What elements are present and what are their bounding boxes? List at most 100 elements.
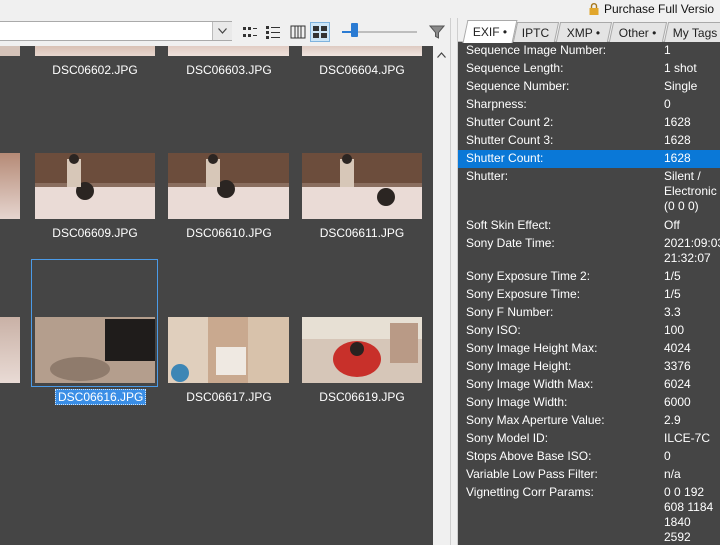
thumbnail-view-button[interactable] (310, 22, 330, 42)
property-name: Sony ISO: (466, 323, 521, 337)
thumbnail-image[interactable] (35, 153, 155, 219)
list-view-button[interactable] (263, 22, 283, 42)
combobox-dropdown-button[interactable] (212, 22, 232, 40)
thumbnail-image[interactable] (168, 153, 289, 219)
photo-room-curtain (168, 317, 289, 383)
thumbnail-image[interactable] (35, 317, 155, 383)
tab-label: EXIF • (472, 25, 508, 39)
zoom-slider-thumb[interactable] (351, 23, 358, 37)
property-row[interactable]: Sony Model ID: ILCE-7C (458, 430, 720, 448)
thumbnail-image[interactable] (168, 46, 289, 56)
thumbnail-label[interactable]: DSC06619.JPG (301, 390, 423, 404)
thumbnail-image[interactable] (302, 153, 422, 219)
thumbnail-image[interactable] (302, 317, 422, 383)
thumbnail-image[interactable] (35, 46, 155, 56)
path-combobox[interactable] (0, 21, 232, 41)
lock-icon (589, 3, 599, 15)
property-row[interactable]: Shutter Count 3: 1628 (458, 132, 720, 150)
property-row[interactable]: Soft Skin Effect: Off (458, 217, 720, 235)
grid-dots-icon (243, 27, 257, 37)
thumbnail-grid: DSC06602.JPG DSC06603.JPG DSC06604.JPG D… (0, 46, 433, 545)
property-value: 1 shot (664, 61, 697, 75)
property-row[interactable]: Sequence Image Number: 1 (458, 42, 720, 60)
property-name: Sony Image Height Max: (466, 341, 598, 355)
scroll-up-button[interactable] (433, 46, 450, 63)
property-row[interactable]: Stops Above Base ISO: 0 (458, 448, 720, 466)
tab-xmp[interactable]: XMP • (555, 22, 613, 42)
thumbnail-label-selected[interactable]: DSC06616.JPG (55, 389, 147, 405)
property-value: 1 (664, 43, 671, 57)
tab-exif[interactable]: EXIF • (462, 20, 518, 43)
property-row[interactable]: Sony Exposure Time: 1/5 (458, 286, 720, 304)
property-value: 1/5 (664, 269, 681, 283)
property-value: 1628 (664, 133, 691, 147)
property-row[interactable]: Sharpness: 0 (458, 96, 720, 114)
property-row[interactable]: Sony F Number: 3.3 (458, 304, 720, 322)
property-row[interactable]: Sony Exposure Time 2: 1/5 (458, 268, 720, 286)
property-value: n/a (664, 467, 681, 481)
photo-child-red-chair (302, 317, 422, 383)
columns-view-button[interactable] (288, 22, 308, 42)
property-name: Shutter Count 2: (466, 115, 554, 129)
tab-other[interactable]: Other • (608, 22, 668, 42)
thumbnail-image[interactable] (168, 317, 289, 383)
grid-vertical-scrollbar[interactable] (433, 46, 450, 545)
thumbnail-image[interactable] (302, 46, 422, 56)
tab-label: IPTC (522, 25, 550, 40)
thumbnail-image[interactable] (0, 153, 20, 219)
property-value: 1/5 (664, 287, 681, 301)
photo-child-bed (302, 153, 422, 219)
thumbnail-label[interactable]: DSC06609.JPG (34, 226, 156, 240)
tab-iptc[interactable]: IPTC (512, 22, 560, 42)
property-name: Sony Max Aperture Value: (466, 413, 605, 427)
grid-dots-view-button[interactable] (240, 22, 260, 42)
property-value: 2021:09:03 21:32:07 (664, 236, 720, 265)
property-name: Variable Low Pass Filter: (466, 467, 598, 481)
property-value: 2.9 (664, 413, 681, 427)
property-row[interactable]: Shutter Count 2: 1628 (458, 114, 720, 132)
thumbnail-image[interactable] (0, 317, 20, 383)
thumbnail-label[interactable]: DSC06610.JPG (168, 226, 290, 240)
property-row[interactable]: Vignetting Corr Params: 0 0 192 608 1184 … (458, 484, 720, 545)
property-name: Vignetting Corr Params: (466, 485, 594, 499)
property-row[interactable]: Sony Image Width Max: 6024 (458, 376, 720, 394)
property-row[interactable]: Sony Image Height: 3376 (458, 358, 720, 376)
property-name: Sony Image Height: (466, 359, 572, 373)
thumbnail-label[interactable]: DSC06603.JPG (168, 63, 290, 77)
thumbnail-image[interactable] (0, 46, 20, 56)
chevron-up-icon (437, 51, 446, 58)
property-row[interactable]: Shutter: Silent / Electronic (0 0 0) (458, 168, 720, 217)
property-value: 0 (664, 449, 671, 463)
property-row[interactable]: Sony Image Height Max: 4024 (458, 340, 720, 358)
property-row[interactable]: Variable Low Pass Filter: n/a (458, 466, 720, 484)
property-row[interactable]: Sony Image Width: 6000 (458, 394, 720, 412)
property-name: Sequence Length: (466, 61, 564, 75)
property-row[interactable]: Shutter Count: 1628 (458, 150, 720, 168)
photo-blurry-floor (35, 317, 155, 383)
filter-button[interactable] (427, 22, 447, 42)
thumbnail-view-icon (313, 26, 327, 38)
property-row[interactable]: Sony ISO: 100 (458, 322, 720, 340)
thumbnail-label[interactable]: DSC06611.JPG (301, 226, 423, 240)
property-row[interactable]: Sony Date Time: 2021:09:03 21:32:07 (458, 235, 720, 268)
property-value: 1628 (664, 115, 691, 129)
property-row[interactable]: Sony Max Aperture Value: 2.9 (458, 412, 720, 430)
property-value: 3376 (664, 359, 691, 373)
property-name: Sony Exposure Time 2: (466, 269, 591, 283)
property-value: ILCE-7C (664, 431, 711, 445)
thumbnail-label[interactable]: DSC06617.JPG (168, 390, 290, 404)
photo-child-bed (35, 153, 155, 219)
purchase-link[interactable]: Purchase Full Versio (588, 0, 714, 18)
property-row[interactable]: Sequence Number: Single (458, 78, 720, 96)
property-name: Sony Model ID: (466, 431, 549, 445)
tab-my-tags[interactable]: My Tags (663, 22, 720, 42)
thumbnail-label[interactable]: DSC06604.JPG (301, 63, 423, 77)
property-value: Off (664, 218, 680, 232)
tab-label: Other • (619, 25, 657, 40)
panel-splitter[interactable] (450, 18, 458, 545)
property-name: Sequence Image Number: (466, 43, 607, 57)
thumbnail-label[interactable]: DSC06602.JPG (34, 63, 156, 77)
property-value: Silent / Electronic (0 0 0) (664, 169, 717, 213)
property-row[interactable]: Sequence Length: 1 shot (458, 60, 720, 78)
property-name: Sony Date Time: (466, 236, 555, 250)
